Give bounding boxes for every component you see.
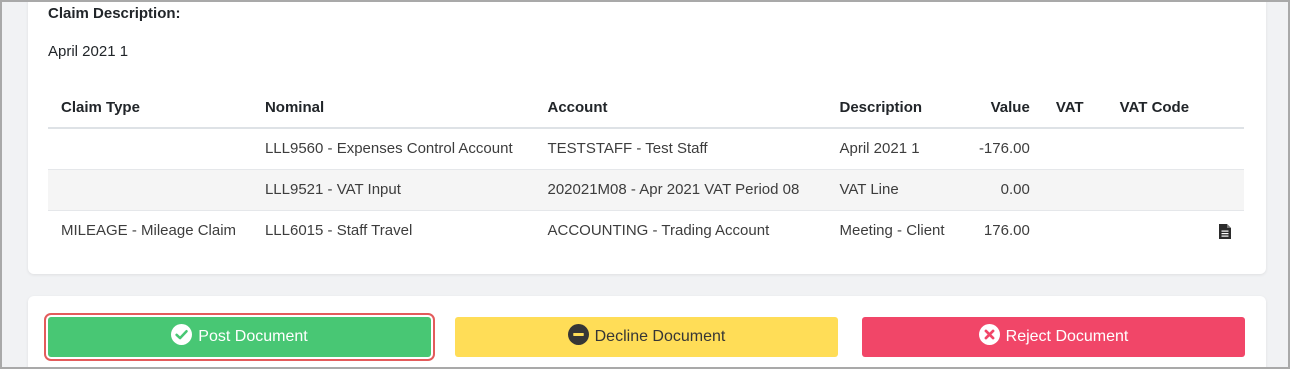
table-header-row: Claim Type Nominal Account Description V… (48, 88, 1244, 129)
post-document-button[interactable]: Post Document (44, 313, 435, 361)
actions-card: Post Document Decline Document Reject Do… (28, 296, 1266, 367)
header-vat: VAT (1042, 88, 1107, 129)
cell-nominal: LLL6015 - Staff Travel (264, 222, 413, 240)
decline-document-button[interactable]: Decline Document (455, 317, 838, 357)
check-circle-icon (171, 324, 193, 350)
minus-circle-icon (567, 324, 589, 350)
cell-actions (1206, 210, 1244, 251)
cell-vat-code (1107, 210, 1206, 251)
table-row: LLL9521 - VAT Input 202021M08 - Apr 2021… (48, 169, 1244, 211)
cell-actions (1205, 128, 1244, 170)
header-claim-type: Claim Type (48, 88, 252, 129)
document-icon[interactable] (1218, 223, 1231, 239)
decline-document-label: Decline Document (594, 328, 726, 345)
reject-document-button[interactable]: Reject Document (862, 317, 1245, 357)
header-value: Value (965, 88, 1043, 129)
reject-document-label: Reject Document (1005, 328, 1129, 345)
header-vat-code: VAT Code (1106, 88, 1206, 129)
cell-account: TESTSTAFF - Test Staff (534, 128, 827, 170)
cell-vat (1042, 128, 1107, 170)
table-row: LLL9560 - Expenses Control Account TESTS… (48, 128, 1244, 170)
cell-vat (1042, 169, 1107, 211)
cell-nominal: LLL9521 - VAT Input (251, 169, 535, 211)
header-account: Account (534, 88, 827, 129)
header-description: Description (826, 88, 966, 129)
x-circle-icon (978, 324, 1000, 350)
cell-vat-code (1106, 128, 1206, 170)
cell-value: 176.00 (983, 222, 1030, 240)
cell-description: Meeting - Client (839, 222, 945, 240)
cell-actions (1205, 169, 1244, 211)
cell-claim-type (48, 128, 252, 170)
cell-vat (1043, 210, 1107, 251)
cell-value: 0.00 (965, 169, 1043, 211)
claim-details-card: Claim Description: April 2021 1 Claim Ty… (28, 2, 1266, 274)
cell-nominal: LLL9560 - Expenses Control Account (251, 128, 535, 170)
cell-claim-type (48, 169, 252, 211)
cell-value: -176.00 (965, 128, 1043, 170)
cell-account: 202021M08 - Apr 2021 VAT Period 08 (534, 169, 827, 211)
claim-description-label: Claim Description: (48, 5, 181, 22)
header-nominal: Nominal (251, 88, 535, 129)
table-row: MILEAGE - Mileage Claim LLL6015 - Staff … (48, 210, 1244, 251)
cell-claim-type: MILEAGE - Mileage Claim (61, 222, 237, 240)
post-document-label: Post Document (198, 328, 308, 345)
header-actions (1205, 88, 1244, 129)
claim-description-value: April 2021 1 (48, 43, 129, 60)
cell-description: VAT Line (826, 169, 966, 211)
cell-vat-code (1106, 169, 1206, 211)
window-frame: Claim Description: April 2021 1 Claim Ty… (0, 0, 1290, 369)
cell-account: ACCOUNTING - Trading Account (547, 222, 770, 240)
claim-lines-table: Claim Type Nominal Account Description V… (48, 88, 1244, 251)
cell-description: April 2021 1 (826, 128, 966, 170)
